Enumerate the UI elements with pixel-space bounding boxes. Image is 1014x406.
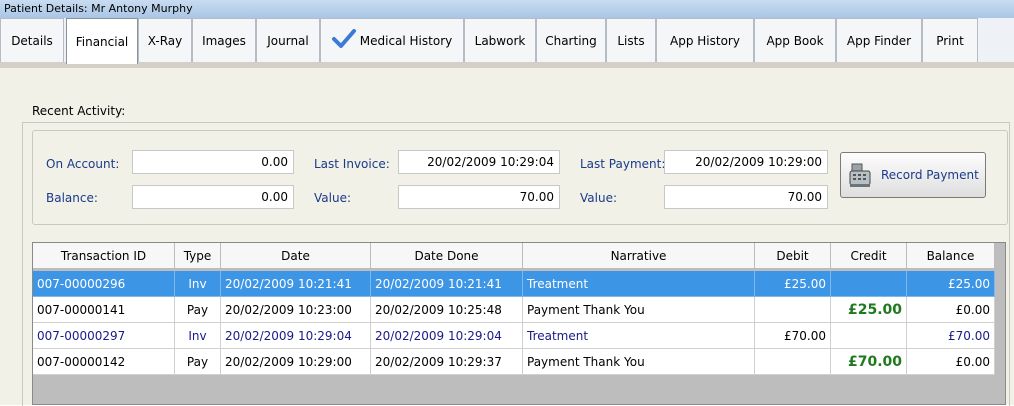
tab-label: Labwork	[474, 33, 526, 48]
tab-label: X-Ray	[147, 33, 183, 48]
table-row[interactable]: 007-00000141 Pay 20/02/2009 10:23:00 20/…	[33, 297, 995, 323]
col-date[interactable]: Date	[221, 243, 371, 269]
last-invoice-field[interactable]: 20/02/2009 10:29:04	[398, 150, 560, 174]
cell-type: Inv	[175, 271, 221, 297]
record-payment-button[interactable]: Record Payment	[840, 152, 986, 198]
cell-type: Pay	[175, 297, 221, 323]
cell-credit	[831, 271, 907, 297]
table-row[interactable]: 007-00000142 Pay 20/02/2009 10:29:00 20/…	[33, 349, 995, 375]
tab-app-history[interactable]: App History	[656, 18, 754, 62]
cell-transaction-id: 007-00000142	[33, 349, 175, 375]
tab-label: Journal	[267, 33, 309, 48]
tab-labwork[interactable]: Labwork	[464, 18, 536, 62]
cell-balance: £70.00	[907, 323, 995, 349]
last-invoice-label: Last Invoice:	[314, 157, 390, 171]
checkmark-icon	[331, 29, 356, 52]
field-value: 20/02/2009 10:29:00	[695, 155, 822, 169]
last-payment-field[interactable]: 20/02/2009 10:29:00	[664, 150, 828, 174]
cell-balance: £25.00	[907, 271, 995, 297]
cell-narrative: Treatment	[523, 323, 755, 349]
tab-medical-history[interactable]: Medical History	[320, 18, 464, 62]
cell-type: Pay	[175, 349, 221, 375]
cell-debit	[755, 349, 831, 375]
cell-date: 20/02/2009 10:29:04	[221, 323, 371, 349]
cell-balance: £0.00	[907, 349, 995, 375]
cell-credit: £25.00	[831, 297, 907, 323]
cell-balance: £0.00	[907, 297, 995, 323]
cell-transaction-id: 007-00000141	[33, 297, 175, 323]
transactions-table[interactable]: Transaction ID Type Date Date Done Narra…	[32, 242, 1006, 405]
col-type[interactable]: Type	[175, 243, 221, 269]
cell-narrative: Treatment	[523, 271, 755, 297]
cell-credit	[831, 323, 907, 349]
cell-narrative: Payment Thank You	[523, 349, 755, 375]
cell-type: Inv	[175, 323, 221, 349]
col-credit[interactable]: Credit	[831, 243, 907, 269]
col-transaction-id[interactable]: Transaction ID	[33, 243, 175, 269]
balance-label: Balance:	[46, 191, 98, 205]
cell-date: 20/02/2009 10:29:00	[221, 349, 371, 375]
cell-date-done: 20/02/2009 10:25:48	[371, 297, 523, 323]
col-date-done[interactable]: Date Done	[371, 243, 523, 269]
tab-label: Medical History	[359, 33, 453, 48]
tab-label: Financial	[75, 34, 129, 49]
tab-label: Images	[202, 33, 246, 48]
tab-label: Charting	[545, 33, 597, 48]
field-value: 0.00	[261, 155, 288, 169]
tab-images[interactable]: Images	[192, 18, 256, 62]
tab-label: Details	[11, 33, 53, 48]
tab-lists[interactable]: Lists	[606, 18, 656, 62]
cell-credit: £70.00	[831, 349, 907, 375]
window-title: Patient Details: Mr Antony Murphy	[4, 2, 193, 15]
table-row[interactable]: 007-00000297 Inv 20/02/2009 10:29:04 20/…	[33, 323, 995, 349]
cell-transaction-id: 007-00000296	[33, 271, 175, 297]
field-value: 0.00	[261, 190, 288, 204]
invoice-value-field[interactable]: 70.00	[398, 185, 560, 209]
cell-date-done: 20/02/2009 10:29:04	[371, 323, 523, 349]
tab-label: Print	[936, 33, 964, 48]
cell-debit: £25.00	[755, 271, 831, 297]
payment-value-label: Value:	[580, 191, 617, 205]
col-narrative[interactable]: Narrative	[523, 243, 755, 269]
tab-print[interactable]: Print	[922, 18, 978, 62]
tab-xray[interactable]: X-Ray	[138, 18, 192, 62]
recent-activity-label: Recent Activity:	[30, 104, 128, 118]
cell-narrative: Payment Thank You	[523, 297, 755, 323]
tab-app-finder[interactable]: App Finder	[836, 18, 922, 62]
cell-debit	[755, 297, 831, 323]
last-payment-label: Last Payment:	[580, 157, 666, 171]
tab-charting[interactable]: Charting	[536, 18, 606, 62]
invoice-value-label: Value:	[314, 191, 351, 205]
tab-label: Lists	[617, 33, 645, 48]
table-header: Transaction ID Type Date Date Done Narra…	[33, 243, 995, 269]
field-value: 70.00	[519, 190, 554, 204]
col-balance[interactable]: Balance	[907, 243, 995, 269]
cell-transaction-id: 007-00000297	[33, 323, 175, 349]
payment-value-field[interactable]: 70.00	[664, 185, 828, 209]
tab-app-book[interactable]: App Book	[754, 18, 836, 62]
field-value: 20/02/2009 10:29:04	[427, 155, 554, 169]
tab-details[interactable]: Details	[0, 18, 64, 62]
cell-date: 20/02/2009 10:21:41	[221, 271, 371, 297]
tab-label: App Book	[766, 33, 824, 48]
cell-date-done: 20/02/2009 10:29:37	[371, 349, 523, 375]
tab-journal[interactable]: Journal	[256, 18, 320, 62]
field-value: 70.00	[787, 190, 822, 204]
window-titlebar: Patient Details: Mr Antony Murphy	[0, 0, 1014, 18]
tab-financial[interactable]: Financial	[66, 18, 138, 64]
cell-date-done: 20/02/2009 10:21:41	[371, 271, 523, 297]
button-label: Record Payment	[881, 168, 979, 182]
on-account-label: On Account:	[46, 157, 120, 171]
balance-field[interactable]: 0.00	[132, 185, 294, 209]
cash-register-icon	[849, 162, 871, 188]
tab-label: App Finder	[846, 33, 912, 48]
on-account-field[interactable]: 0.00	[132, 150, 294, 174]
table-row[interactable]: 007-00000296 Inv 20/02/2009 10:21:41 20/…	[33, 271, 995, 297]
tab-label: App History	[670, 33, 740, 48]
cell-debit: £70.00	[755, 323, 831, 349]
col-debit[interactable]: Debit	[755, 243, 831, 269]
cell-date: 20/02/2009 10:23:00	[221, 297, 371, 323]
